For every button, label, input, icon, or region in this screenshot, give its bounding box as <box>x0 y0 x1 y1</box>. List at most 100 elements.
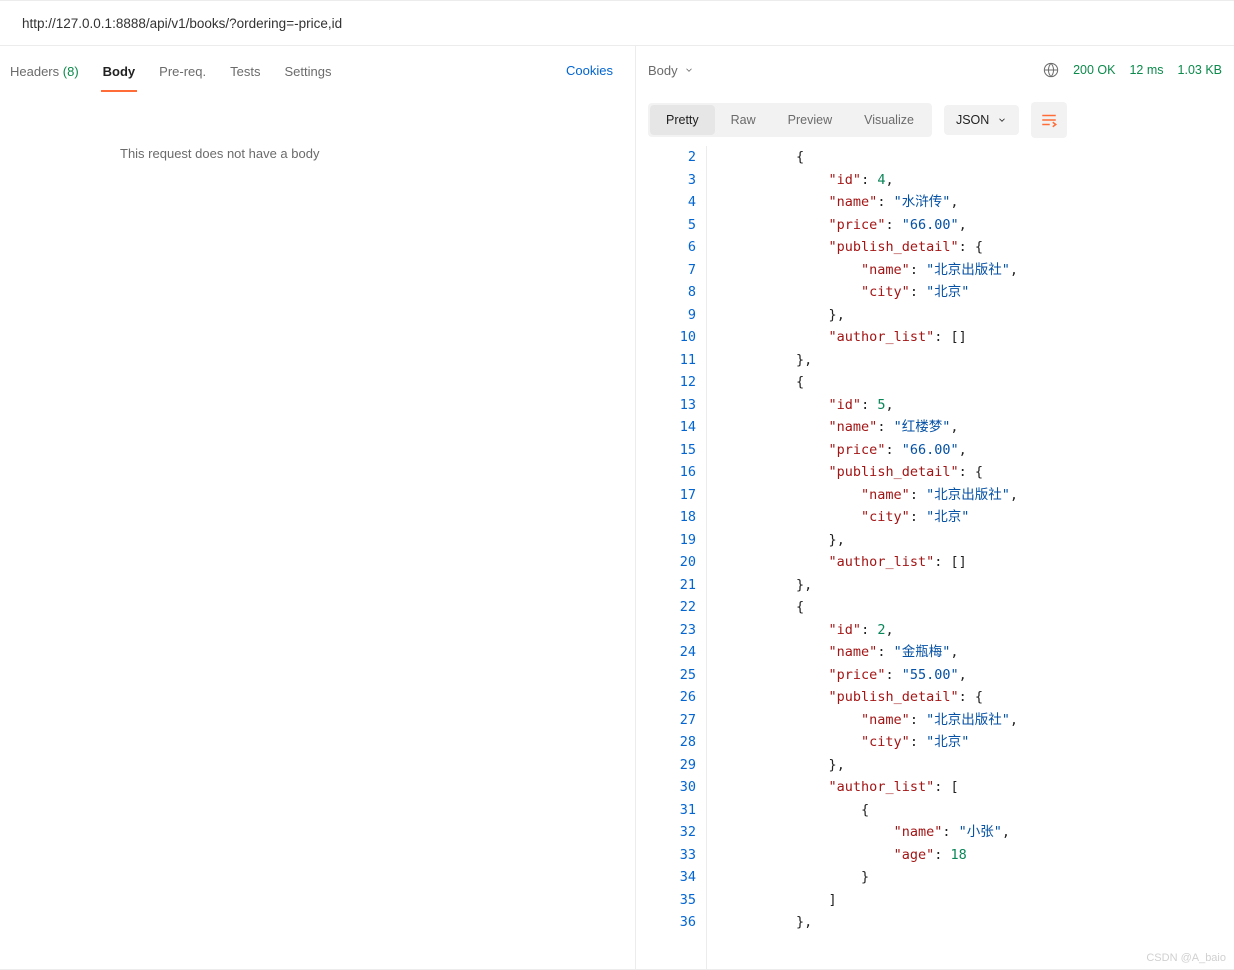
line-number: 19 <box>636 529 696 552</box>
code-line: }, <box>731 911 1018 934</box>
line-number: 29 <box>636 754 696 777</box>
code-line: "name": "红楼梦", <box>731 416 1018 439</box>
line-number: 13 <box>636 394 696 417</box>
line-number: 2 <box>636 146 696 169</box>
line-number: 21 <box>636 574 696 597</box>
code-line: } <box>731 866 1018 889</box>
line-number: 33 <box>636 844 696 867</box>
tab-prereq[interactable]: Pre-req. <box>157 50 208 91</box>
cookies-link[interactable]: Cookies <box>566 63 627 78</box>
view-raw[interactable]: Raw <box>715 105 772 135</box>
line-number: 26 <box>636 686 696 709</box>
status-time: 12 ms <box>1129 63 1163 77</box>
line-number: 10 <box>636 326 696 349</box>
line-number: 5 <box>636 214 696 237</box>
tab-tests[interactable]: Tests <box>228 50 262 91</box>
chevron-down-icon <box>684 65 694 75</box>
request-pane: Headers (8) Body Pre-req. Tests Settings… <box>0 46 636 970</box>
watermark: CSDN @A_baio <box>1146 952 1226 964</box>
line-number: 36 <box>636 911 696 934</box>
view-pretty[interactable]: Pretty <box>650 105 715 135</box>
line-number: 8 <box>636 281 696 304</box>
line-number: 35 <box>636 889 696 912</box>
code-line: }, <box>731 529 1018 552</box>
code-line: "price": "55.00", <box>731 664 1018 687</box>
code-line: { <box>731 146 1018 169</box>
response-header: Body 200 OK 12 ms 1.03 KB <box>636 46 1234 94</box>
line-number: 7 <box>636 259 696 282</box>
code-line: "name": "金瓶梅", <box>731 641 1018 664</box>
line-number: 28 <box>636 731 696 754</box>
line-number: 22 <box>636 596 696 619</box>
line-number: 34 <box>636 866 696 889</box>
line-number: 32 <box>636 821 696 844</box>
code-content: { "id": 4, "name": "水浒传", "price": "66.0… <box>707 146 1018 970</box>
response-toolbar: Pretty Raw Preview Visualize JSON <box>636 94 1234 146</box>
code-line: }, <box>731 349 1018 372</box>
line-number: 15 <box>636 439 696 462</box>
line-number: 25 <box>636 664 696 687</box>
response-section-label: Body <box>648 63 678 78</box>
format-label: JSON <box>956 113 989 127</box>
code-line: "city": "北京" <box>731 281 1018 304</box>
code-line: ] <box>731 889 1018 912</box>
view-visualize[interactable]: Visualize <box>848 105 930 135</box>
tab-headers-label: Headers <box>10 64 59 79</box>
format-dropdown[interactable]: JSON <box>944 105 1019 135</box>
code-line: "author_list": [ <box>731 776 1018 799</box>
request-tablist: Headers (8) Body Pre-req. Tests Settings… <box>0 46 635 94</box>
code-line: "id": 4, <box>731 169 1018 192</box>
code-line: "name": "北京出版社", <box>731 484 1018 507</box>
globe-icon[interactable] <box>1043 62 1059 78</box>
wrap-lines-button[interactable] <box>1031 102 1067 138</box>
tab-body[interactable]: Body <box>101 50 138 91</box>
line-number: 11 <box>636 349 696 372</box>
code-line: "name": "北京出版社", <box>731 709 1018 732</box>
tab-headers[interactable]: Headers (8) <box>8 50 81 91</box>
line-number: 12 <box>636 371 696 394</box>
request-body-empty: This request does not have a body <box>0 94 635 970</box>
chevron-down-icon <box>997 115 1007 125</box>
code-line: "publish_detail": { <box>731 686 1018 709</box>
code-line: "age": 18 <box>731 844 1018 867</box>
response-section-dropdown[interactable]: Body <box>648 63 694 78</box>
wrap-icon <box>1040 111 1058 129</box>
line-number: 17 <box>636 484 696 507</box>
code-line: "city": "北京" <box>731 506 1018 529</box>
line-number: 6 <box>636 236 696 259</box>
line-number: 27 <box>636 709 696 732</box>
line-number: 4 <box>636 191 696 214</box>
line-gutter: 2345678910111213141516171819202122232425… <box>636 146 706 970</box>
response-meta: 200 OK 12 ms 1.03 KB <box>1043 62 1222 78</box>
code-line: "author_list": [] <box>731 551 1018 574</box>
line-number: 9 <box>636 304 696 327</box>
code-line: "city": "北京" <box>731 731 1018 754</box>
code-line: }, <box>731 574 1018 597</box>
code-line: "price": "66.00", <box>731 214 1018 237</box>
line-number: 30 <box>636 776 696 799</box>
status-code: 200 OK <box>1073 63 1115 77</box>
view-preview[interactable]: Preview <box>772 105 848 135</box>
code-line: }, <box>731 304 1018 327</box>
tab-settings[interactable]: Settings <box>282 50 333 91</box>
url-bar: http://127.0.0.1:8888/api/v1/books/?orde… <box>0 0 1234 46</box>
code-line: "publish_detail": { <box>731 461 1018 484</box>
code-line: "price": "66.00", <box>731 439 1018 462</box>
code-line: "name": "水浒传", <box>731 191 1018 214</box>
code-line: { <box>731 799 1018 822</box>
status-size: 1.03 KB <box>1178 63 1222 77</box>
response-body[interactable]: 2345678910111213141516171819202122232425… <box>636 146 1234 970</box>
code-line: "author_list": [] <box>731 326 1018 349</box>
code-line: "name": "北京出版社", <box>731 259 1018 282</box>
line-number: 14 <box>636 416 696 439</box>
tab-headers-count: (8) <box>63 64 79 79</box>
code-line: { <box>731 371 1018 394</box>
response-pane: Body 200 OK 12 ms 1.03 KB Pretty Raw Pre… <box>636 46 1234 970</box>
line-number: 24 <box>636 641 696 664</box>
line-number: 3 <box>636 169 696 192</box>
line-number: 20 <box>636 551 696 574</box>
line-number: 18 <box>636 506 696 529</box>
line-number: 23 <box>636 619 696 642</box>
url-input[interactable]: http://127.0.0.1:8888/api/v1/books/?orde… <box>22 16 342 31</box>
code-line: { <box>731 596 1018 619</box>
